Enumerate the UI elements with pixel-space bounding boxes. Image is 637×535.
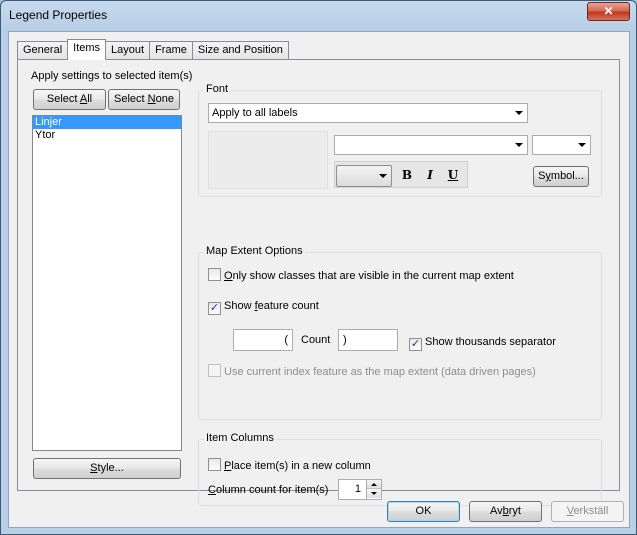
window-title: Legend Properties — [9, 8, 108, 22]
cancel-button[interactable]: Avbryt — [469, 501, 542, 522]
show-feature-count-checkbox[interactable]: ✓ — [208, 302, 221, 315]
show-feature-count-option[interactable]: ✓ Show feature count — [208, 299, 319, 315]
symbol-button[interactable]: Symbol... — [533, 166, 589, 187]
checkmark-icon: ✓ — [209, 302, 220, 314]
combo-value: Apply to all labels — [212, 107, 298, 119]
tab-label: Layout — [111, 44, 145, 56]
only-visible-classes-option[interactable]: Only show classes that are visible in th… — [208, 268, 514, 284]
legend-items-list[interactable]: Linjer Ytor — [32, 115, 182, 451]
chevron-down-icon — [379, 174, 387, 178]
new-column-option[interactable]: Place item(s) in a new column — [208, 458, 371, 474]
index-feature-extent-checkbox — [208, 364, 221, 377]
select-all-button[interactable]: Select All — [33, 89, 106, 110]
chevron-down-icon — [515, 111, 523, 115]
button-text: mbol... — [550, 170, 584, 182]
button-text: ryt — [508, 505, 521, 517]
style-button[interactable]: Style... — [33, 458, 181, 479]
column-count-spinner[interactable]: 1 — [338, 479, 382, 500]
close-icon: ✕ — [603, 4, 614, 18]
thousands-separator-checkbox[interactable]: ✓ — [409, 338, 422, 351]
font-group-label: Font — [204, 83, 231, 95]
apply-settings-label: Apply settings to selected item(s) — [31, 70, 193, 82]
chevron-down-icon — [578, 143, 586, 147]
spin-up-icon[interactable] — [367, 480, 381, 489]
italic-icon: I — [427, 168, 433, 182]
button-text: OK — [415, 505, 432, 517]
map-extent-group-label: Map Extent Options — [204, 245, 305, 257]
underline-icon: U — [447, 168, 459, 182]
spin-down-icon[interactable] — [367, 489, 381, 498]
apply-to-labels-combo[interactable]: Apply to all labels — [208, 103, 528, 123]
spin-buttons — [366, 480, 381, 499]
list-item-ytor[interactable]: Ytor — [33, 129, 181, 142]
spinner-value: 1 — [354, 483, 361, 495]
font-name-combo[interactable] — [334, 135, 528, 155]
checkmark-icon: ✓ — [410, 338, 421, 350]
tab-label: Frame — [155, 44, 187, 56]
button-text: tyle... — [97, 462, 124, 474]
checkbox-label: Use current index feature as the map ext… — [224, 366, 536, 378]
apply-button: Verkställ — [551, 501, 624, 522]
tab-label: General — [23, 44, 63, 56]
count-label: Count — [301, 334, 331, 346]
tab-strip: General Items Layout Frame Size and Posi… — [17, 39, 289, 60]
checkbox-label: Show feature count — [224, 300, 319, 312]
input-value: ( — [284, 334, 288, 346]
access-key: S — [90, 462, 98, 474]
count-suffix-input[interactable]: ) — [338, 329, 398, 351]
count-prefix-input[interactable]: ( — [233, 329, 293, 351]
bold-button[interactable]: B — [396, 165, 418, 185]
tab-general[interactable]: General — [17, 41, 69, 60]
item-columns-group-label: Item Columns — [204, 432, 276, 444]
items-tab-panel: Apply settings to selected item(s) Selec… — [17, 59, 620, 506]
thousands-separator-option[interactable]: ✓ Show thousands separator — [409, 335, 556, 351]
select-none-button[interactable]: Select None — [108, 89, 180, 110]
legend-properties-window: Legend Properties ✕ General Items Layout… — [0, 0, 637, 535]
close-button[interactable]: ✕ — [587, 2, 630, 21]
button-text: erkställ — [573, 505, 609, 517]
column-count-label: Column count for item(s) — [208, 484, 329, 496]
button-text: Select — [46, 93, 80, 105]
only-visible-classes-checkbox[interactable] — [208, 268, 221, 281]
list-item-label: Ytor — [35, 129, 56, 141]
button-text: Select — [114, 93, 148, 105]
title-bar[interactable]: Legend Properties ✕ — [1, 1, 636, 31]
button-text: ll — [87, 93, 93, 105]
access-key: N — [147, 93, 156, 105]
ok-button[interactable]: OK — [387, 501, 460, 522]
symbol-preview — [208, 131, 328, 189]
dialog-client-area: General Items Layout Frame Size and Posi… — [8, 31, 630, 528]
font-color-combo[interactable] — [336, 165, 392, 187]
button-text: Av — [490, 505, 503, 517]
tab-layout[interactable]: Layout — [105, 41, 151, 60]
list-item-label: Linjer — [35, 116, 62, 128]
tab-items[interactable]: Items — [67, 39, 107, 60]
italic-button[interactable]: I — [419, 165, 441, 185]
font-size-combo[interactable] — [532, 135, 591, 155]
bold-icon: B — [401, 168, 413, 182]
input-value: ) — [343, 334, 347, 346]
index-feature-extent-option: Use current index feature as the map ext… — [208, 364, 536, 380]
format-toolbar: B I U — [334, 161, 468, 188]
tab-label: Size and Position — [197, 44, 283, 56]
underline-button[interactable]: U — [442, 165, 464, 185]
list-item-linjer[interactable]: Linjer — [33, 116, 181, 129]
checkbox-label: Place item(s) in a new column — [224, 460, 371, 472]
button-text: one — [155, 93, 174, 105]
tab-size-and-position[interactable]: Size and Position — [191, 41, 289, 60]
chevron-down-icon — [515, 143, 523, 147]
checkbox-label: Show thousands separator — [425, 336, 556, 348]
tab-label: Items — [73, 42, 101, 54]
tab-frame[interactable]: Frame — [149, 41, 193, 60]
checkbox-label: Only show classes that are visible in th… — [224, 270, 514, 282]
new-column-checkbox[interactable] — [208, 458, 221, 471]
